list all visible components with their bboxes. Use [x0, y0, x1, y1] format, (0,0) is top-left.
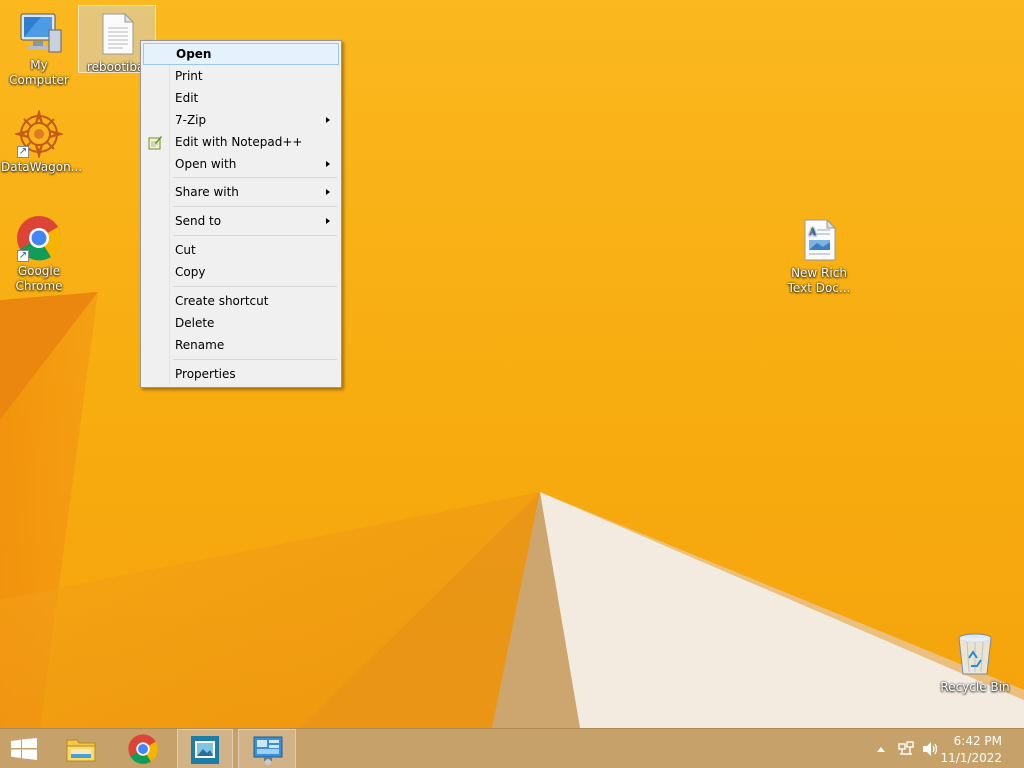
menu-item-label: 7-Zip	[175, 113, 207, 127]
menu-item-edit[interactable]: Edit	[143, 87, 339, 109]
menu-item-label: Open	[176, 47, 212, 61]
desktop-icon-new-rich-text-document[interactable]: A New Rich Text Doc...	[781, 216, 857, 296]
windows-start-icon	[11, 738, 37, 763]
menu-separator	[173, 206, 337, 207]
submenu-arrow-icon	[326, 218, 330, 224]
menu-item-7-zip[interactable]: 7-Zip	[143, 109, 339, 131]
menu-item-label: Edit	[175, 91, 199, 105]
menu-item-print[interactable]: Print	[143, 65, 339, 87]
chrome-icon	[127, 733, 159, 768]
menu-item-label: Copy	[175, 265, 206, 279]
menu-item-edit-with-notepad-plus-plus[interactable]: Edit with Notepad++	[143, 131, 339, 153]
submenu-arrow-icon	[326, 161, 330, 167]
menu-item-send-to[interactable]: Send to	[143, 210, 339, 232]
datawagon-icon: ↗	[13, 108, 65, 160]
network-icon[interactable]	[897, 740, 915, 761]
taskbar: 6:42 PM 11/1/2022	[0, 728, 1024, 768]
show-hidden-icons-icon[interactable]	[876, 743, 886, 757]
menu-item-rename[interactable]: Rename	[143, 334, 339, 356]
taskbar-file-explorer[interactable]	[54, 729, 108, 768]
desktop-icon-label: Google Chrome	[15, 264, 63, 293]
taskbar-chrome[interactable]	[116, 729, 170, 768]
menu-item-label: Open with	[175, 157, 237, 171]
menu-separator	[173, 286, 337, 287]
menu-item-label: Delete	[175, 316, 215, 330]
menu-separator	[173, 177, 337, 178]
control-panel-icon	[252, 735, 284, 768]
menu-item-open-with[interactable]: Open with	[143, 153, 339, 175]
menu-item-label: Share with	[175, 185, 239, 199]
shortcut-arrow-icon: ↗	[17, 146, 29, 158]
svg-text:A: A	[808, 227, 817, 238]
photos-app-icon	[190, 735, 220, 768]
rich-text-document-icon: A	[795, 216, 843, 264]
desktop-icon-label: New Rich Text Doc...	[787, 266, 851, 295]
menu-item-open[interactable]: Open	[143, 43, 339, 65]
menu-item-label: Rename	[175, 338, 225, 352]
recycle-bin-icon	[951, 630, 999, 678]
menu-separator	[173, 359, 337, 360]
clock-date[interactable]: 11/1/2022	[922, 751, 1002, 765]
notepad-plus-plus-icon	[147, 134, 163, 150]
menu-item-copy[interactable]: Copy	[143, 261, 339, 283]
desktop-icon-my-computer[interactable]: My Computer	[1, 8, 77, 88]
desktop-icon-datawagon[interactable]: ↗ DataWagon...	[1, 108, 83, 175]
menu-item-label: Edit with Notepad++	[175, 135, 303, 149]
submenu-arrow-icon	[326, 189, 330, 195]
desktop-icon-label: DataWagon...	[1, 160, 83, 174]
menu-separator	[173, 235, 337, 236]
menu-item-label: Properties	[175, 367, 236, 381]
menu-item-label: Print	[175, 69, 203, 83]
menu-item-delete[interactable]: Delete	[143, 312, 339, 334]
desktop-icon-recycle-bin[interactable]: Recycle Bin	[937, 630, 1013, 695]
desktop-icon-label: Recycle Bin	[940, 680, 1010, 694]
text-file-icon	[93, 10, 141, 58]
menu-item-label: Cut	[175, 243, 196, 257]
context-menu: Open Print Edit 7-Zip Edit with Notepad+…	[140, 40, 342, 388]
submenu-arrow-icon	[326, 117, 330, 123]
menu-item-label: Send to	[175, 214, 222, 228]
menu-item-cut[interactable]: Cut	[143, 239, 339, 261]
start-button[interactable]	[0, 729, 48, 768]
taskbar-control-panel[interactable]	[238, 729, 296, 768]
clock-time[interactable]: 6:42 PM	[922, 734, 1002, 748]
menu-item-share-with[interactable]: Share with	[143, 181, 339, 203]
desktop-icon-google-chrome[interactable]: ↗ Google Chrome	[1, 214, 77, 294]
computer-icon	[15, 8, 63, 56]
menu-item-properties[interactable]: Properties	[143, 363, 339, 385]
desktop-icon-label: My Computer	[9, 58, 69, 87]
menu-item-create-shortcut[interactable]: Create shortcut	[143, 290, 339, 312]
shortcut-arrow-icon: ↗	[17, 250, 29, 262]
file-explorer-icon	[65, 734, 97, 767]
desktop[interactable]: My Computer rebootiba ↗ DataWagon... ↗ G…	[0, 0, 1024, 728]
chrome-icon: ↗	[15, 214, 63, 262]
menu-item-label: Create shortcut	[175, 294, 269, 308]
taskbar-photos-app[interactable]	[177, 729, 233, 768]
